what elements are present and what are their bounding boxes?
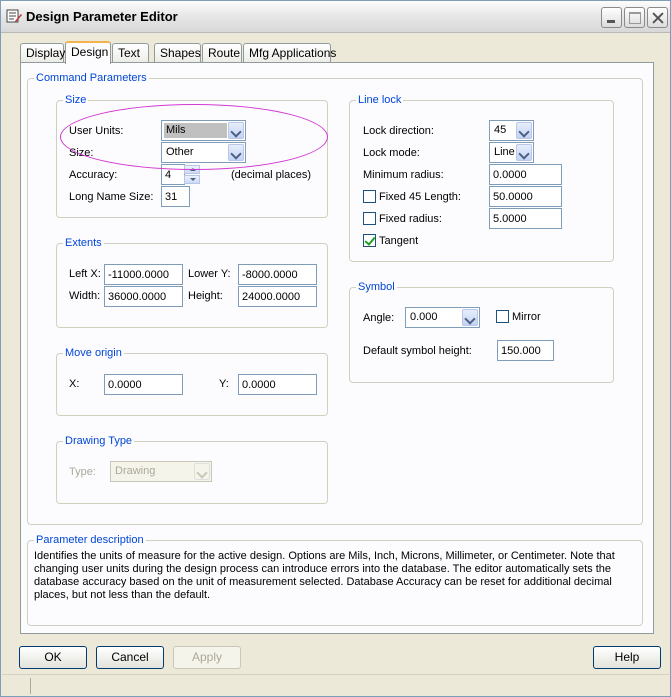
maximize-button[interactable] xyxy=(624,7,645,28)
symbol-legend: Symbol xyxy=(356,280,397,294)
size-legend: Size xyxy=(63,93,89,107)
command-parameters-legend: Command Parameters xyxy=(34,71,149,85)
accuracy-suffix: (decimal places) xyxy=(231,169,312,181)
lock-mode-select[interactable]: Line xyxy=(489,142,534,163)
apply-button[interactable]: Apply xyxy=(173,646,241,669)
chevron-down-icon[interactable] xyxy=(516,144,532,161)
fixed-45-length-field[interactable]: 50.0000 xyxy=(489,186,562,207)
left-x-field[interactable]: -11000.0000 xyxy=(104,264,183,285)
move-origin-legend: Move origin xyxy=(63,346,124,360)
symbol-group: Symbol xyxy=(349,280,614,383)
close-button[interactable] xyxy=(647,7,668,28)
lock-mode-label: Lock mode: xyxy=(363,147,420,159)
fixed-radius-label: Fixed radius: xyxy=(379,213,442,225)
tab-mfg-applications[interactable]: Mfg Applications xyxy=(243,43,336,63)
tab-design[interactable]: Design xyxy=(65,41,111,64)
minimize-button[interactable] xyxy=(601,7,622,28)
line-lock-legend: Line lock xyxy=(356,93,404,107)
user-units-label: User Units: xyxy=(69,125,124,137)
chevron-down-icon[interactable] xyxy=(228,144,244,161)
accuracy-field[interactable]: 4 xyxy=(161,164,185,185)
spin-down-icon[interactable] xyxy=(184,175,200,184)
lock-direction-label: Lock direction: xyxy=(363,125,434,137)
size-select[interactable]: Other xyxy=(161,142,246,163)
spin-up-icon[interactable] xyxy=(184,165,200,174)
accuracy-label: Accuracy: xyxy=(69,169,118,181)
fixed-radius-field[interactable]: 5.0000 xyxy=(489,208,562,229)
lower-y-field[interactable]: -8000.0000 xyxy=(238,264,317,285)
lower-y-label: Lower Y: xyxy=(188,268,231,280)
drawing-type-value: Drawing xyxy=(115,465,156,477)
user-units-value: Mils xyxy=(164,123,227,138)
lock-direction-value: 45 xyxy=(494,124,507,136)
tab-shapes[interactable]: Shapes xyxy=(154,43,201,63)
parameter-description-text: Identifies the units of measure for the … xyxy=(34,550,615,601)
chevron-down-icon[interactable] xyxy=(516,122,532,139)
angle-select[interactable]: 0.000 xyxy=(405,307,480,328)
chevron-down-icon[interactable] xyxy=(462,309,478,326)
tab-display[interactable]: Display xyxy=(20,43,65,63)
accuracy-spinner[interactable] xyxy=(184,165,200,184)
mirror-label: Mirror xyxy=(512,311,541,323)
tab-text[interactable]: Text xyxy=(112,43,149,63)
width-field[interactable]: 36000.0000 xyxy=(104,286,183,307)
design-parameter-editor-window: Design Parameter Editor Display Design T… xyxy=(0,0,671,697)
tab-route[interactable]: Route xyxy=(202,43,242,63)
fixed-radius-checkbox[interactable] xyxy=(363,212,376,225)
fixed-45-length-label: Fixed 45 Length: xyxy=(379,191,461,203)
cancel-button[interactable]: Cancel xyxy=(96,646,164,669)
height-field[interactable]: 24000.0000 xyxy=(238,286,317,307)
title-bar[interactable]: Design Parameter Editor xyxy=(1,1,670,33)
status-bar xyxy=(2,674,669,696)
app-icon xyxy=(6,9,22,23)
chevron-down-icon[interactable] xyxy=(228,122,244,139)
mirror-checkbox[interactable] xyxy=(496,310,509,323)
user-units-select[interactable]: Mils xyxy=(161,120,246,141)
origin-x-field[interactable]: 0.0000 xyxy=(104,374,183,395)
height-label: Height: xyxy=(188,290,223,302)
minimum-radius-field[interactable]: 0.0000 xyxy=(489,164,562,185)
angle-label: Angle: xyxy=(363,312,395,324)
tangent-checkbox[interactable] xyxy=(363,234,376,247)
long-name-size-label: Long Name Size: xyxy=(69,191,154,203)
origin-x-label: X: xyxy=(69,378,80,390)
long-name-size-field[interactable]: 31 xyxy=(161,186,190,207)
default-symbol-height-field[interactable]: 150.000 xyxy=(497,340,554,361)
lock-direction-select[interactable]: 45 xyxy=(489,120,534,141)
status-divider xyxy=(30,678,31,694)
drawing-type-label: Type: xyxy=(69,466,96,478)
size-value: Other xyxy=(166,146,194,158)
width-label: Width: xyxy=(69,290,101,302)
drawing-type-select[interactable]: Drawing xyxy=(110,461,212,482)
ok-button[interactable]: OK xyxy=(19,646,87,669)
drawing-type-legend: Drawing Type xyxy=(63,434,135,448)
origin-y-label: Y: xyxy=(219,378,229,390)
extents-legend: Extents xyxy=(63,236,104,250)
default-symbol-height-label: Default symbol height: xyxy=(363,345,472,357)
parameter-description-legend: Parameter description xyxy=(34,533,146,547)
angle-value: 0.000 xyxy=(410,311,438,323)
tangent-label: Tangent xyxy=(379,235,419,247)
window-title: Design Parameter Editor xyxy=(26,9,178,24)
minimum-radius-label: Minimum radius: xyxy=(363,169,444,181)
chevron-down-icon[interactable] xyxy=(194,463,210,480)
left-x-label: Left X: xyxy=(69,268,101,280)
fixed-45-length-checkbox[interactable] xyxy=(363,190,376,203)
lock-mode-value: Line xyxy=(494,146,515,158)
help-button[interactable]: Help xyxy=(593,646,661,669)
size-label: Size: xyxy=(69,147,94,159)
origin-y-field[interactable]: 0.0000 xyxy=(238,374,317,395)
